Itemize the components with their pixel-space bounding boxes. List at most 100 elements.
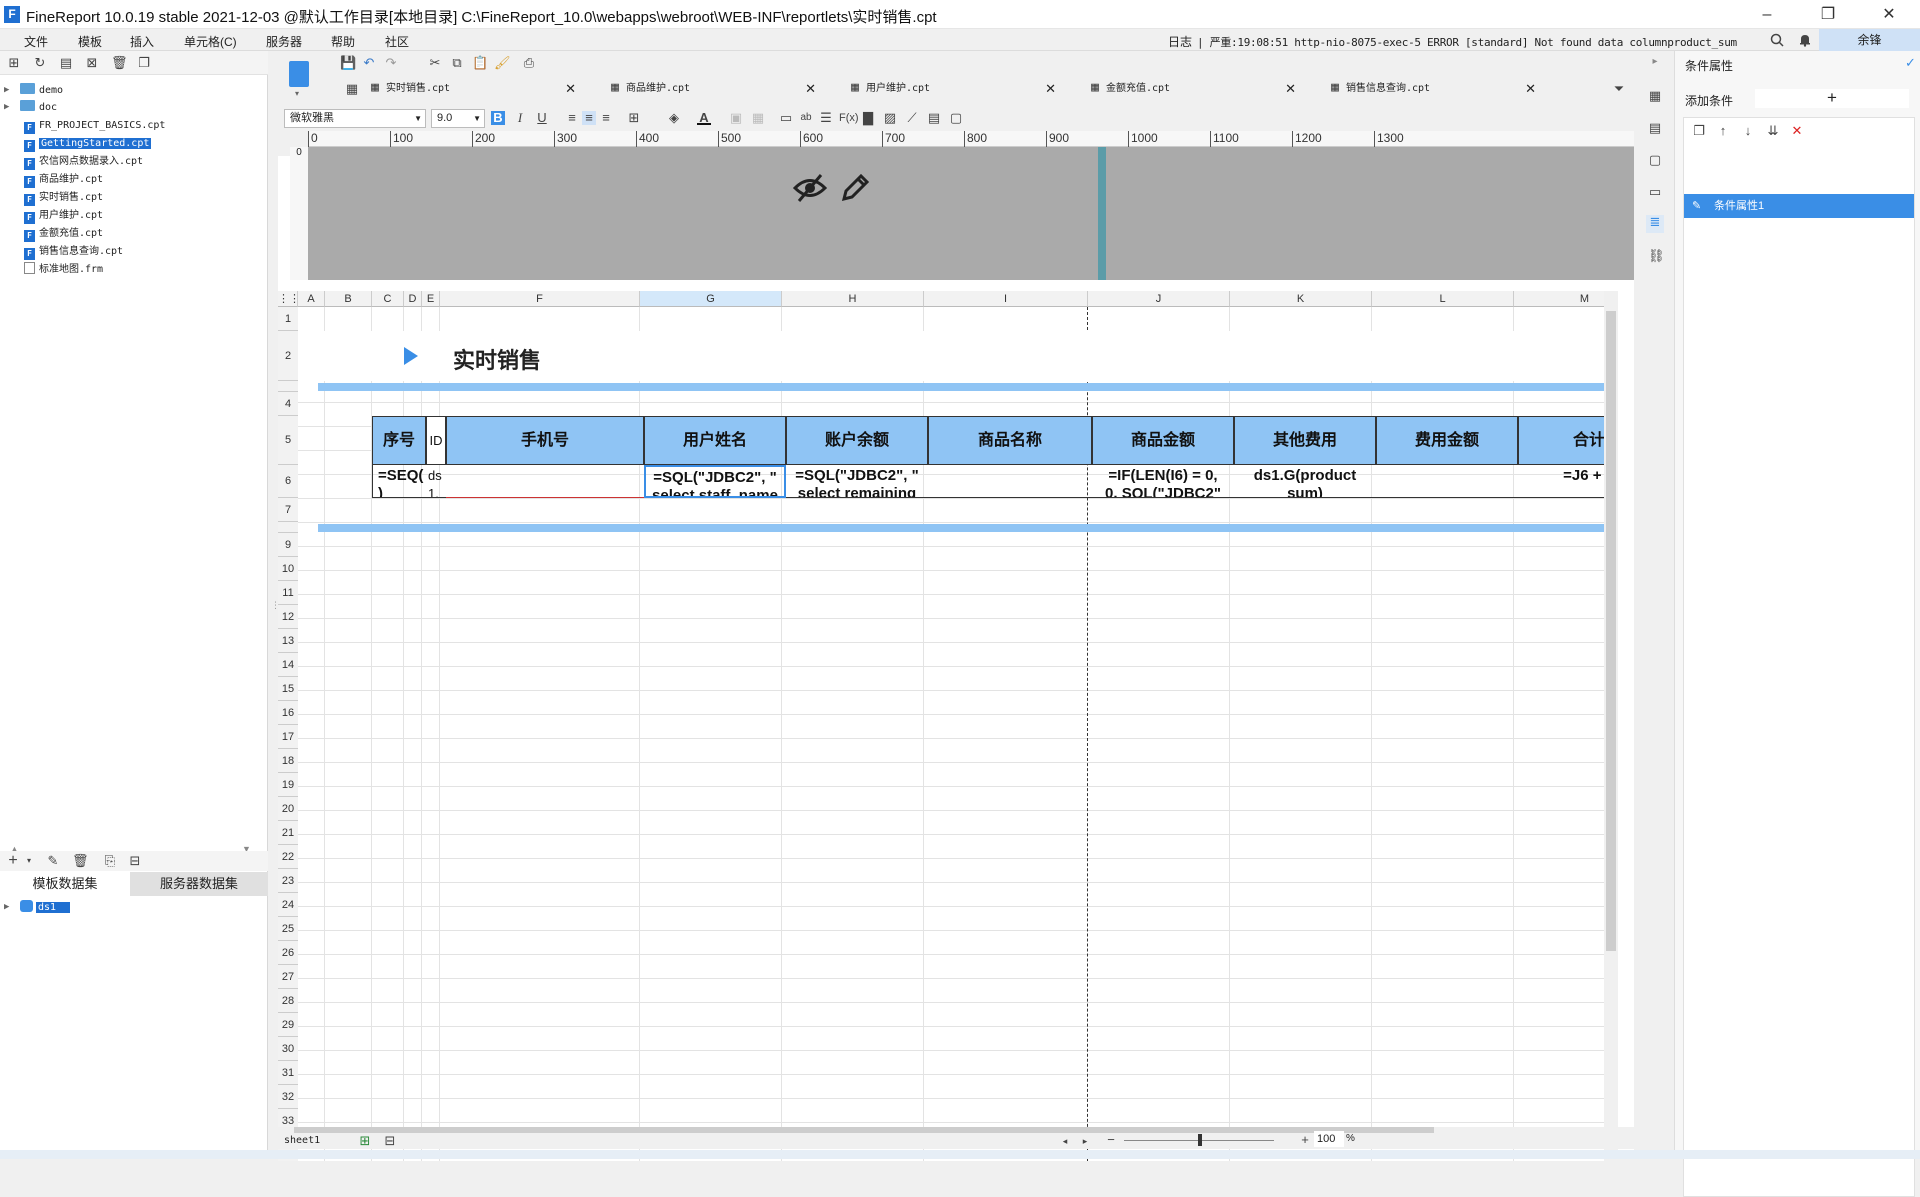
tree-item[interactable]: F 实时销售.cpt bbox=[24, 189, 103, 206]
tree-item[interactable]: F 用户维护.cpt bbox=[24, 207, 103, 224]
image-icon[interactable]: ▨ bbox=[883, 111, 897, 125]
close-tab-icon[interactable]: ✕ bbox=[1045, 78, 1056, 100]
collapse-panel-icon[interactable]: ▸ bbox=[1648, 55, 1662, 69]
undo-icon[interactable]: ↶ bbox=[362, 56, 376, 70]
formula-cell[interactable] bbox=[928, 465, 1092, 498]
menu-community[interactable]: 社区 bbox=[385, 33, 409, 50]
row-header[interactable]: 25 bbox=[278, 917, 298, 941]
formula-cell[interactable]: =IF(LEN(I6) = 0, 0, SQL("JDBC2" bbox=[1092, 465, 1234, 498]
search-icon[interactable] bbox=[1770, 33, 1784, 47]
row-header[interactable]: 6 bbox=[278, 465, 298, 498]
text-icon[interactable]: ab bbox=[799, 111, 813, 125]
tree-item[interactable]: F FR_PROJECT_BASICS.cpt bbox=[24, 117, 165, 134]
dataset-item[interactable]: ▶ ds1 bbox=[4, 899, 71, 916]
menu-cell[interactable]: 单元格(C) bbox=[184, 33, 237, 50]
row-header[interactable]: 4 bbox=[278, 392, 298, 416]
italic-icon[interactable]: I bbox=[513, 111, 527, 125]
row-header[interactable]: 26 bbox=[278, 941, 298, 965]
add-icon[interactable]: + bbox=[6, 853, 20, 869]
col-header[interactable]: C bbox=[372, 291, 404, 307]
save-icon[interactable]: 💾 bbox=[340, 56, 356, 70]
row-header[interactable]: 7 bbox=[278, 498, 298, 522]
refresh-icon[interactable]: ↻ bbox=[33, 56, 47, 70]
close-tab-icon[interactable]: ✕ bbox=[1285, 78, 1296, 100]
header-cell[interactable]: 账户余额 bbox=[786, 416, 928, 465]
underline-icon[interactable]: U bbox=[535, 111, 549, 125]
close-tab-icon[interactable]: ✕ bbox=[565, 78, 576, 100]
add-sheet-poly-icon[interactable]: ⊟ bbox=[383, 1134, 397, 1148]
pencil-icon[interactable] bbox=[840, 173, 870, 203]
tree-item[interactable]: ▶ demo bbox=[4, 82, 63, 99]
scroll-right-icon[interactable]: ▸ bbox=[1078, 1134, 1092, 1148]
expand-arrow-icon[interactable]: ▶ bbox=[4, 99, 9, 116]
horizontal-scroll-thumb[interactable] bbox=[294, 1127, 1434, 1133]
condition-attribute-icon[interactable]: ≣ bbox=[1646, 215, 1664, 233]
header-cell[interactable]: 费用金额 bbox=[1376, 416, 1518, 465]
minimize-button[interactable]: – bbox=[1747, 4, 1787, 26]
menu-help[interactable]: 帮助 bbox=[331, 33, 355, 50]
slash-icon[interactable]: ⟋ bbox=[905, 111, 919, 125]
tree-item[interactable]: F 销售信息查询.cpt bbox=[24, 243, 123, 260]
condition-item[interactable]: ✎ 条件属性1 bbox=[1684, 194, 1914, 218]
maximize-button[interactable]: ❐ bbox=[1808, 4, 1848, 26]
header-cell[interactable]: 用户姓名 bbox=[644, 416, 786, 465]
menu-file[interactable]: 文件 bbox=[24, 33, 48, 50]
align-right-icon[interactable]: ≡ bbox=[599, 111, 613, 125]
col-header[interactable]: H bbox=[782, 291, 924, 307]
delete-icon[interactable]: ✕ bbox=[1790, 124, 1804, 138]
row-header[interactable]: 2 bbox=[278, 331, 298, 381]
new-folder-icon[interactable]: ⊞ bbox=[7, 56, 21, 70]
scroll-left-icon[interactable]: ◂ bbox=[1058, 1134, 1072, 1148]
tree-item[interactable]: 标准地图.frm bbox=[24, 261, 103, 278]
row-header[interactable]: 31 bbox=[278, 1061, 298, 1085]
insert-row-icon[interactable]: ▭ bbox=[779, 111, 793, 125]
confirm-check-icon[interactable]: ✓ bbox=[1905, 55, 1916, 71]
unmerge-icon[interactable]: ▦ bbox=[751, 111, 765, 125]
col-header[interactable]: M bbox=[1514, 291, 1618, 307]
col-header[interactable]: A bbox=[298, 291, 325, 307]
move-down-icon[interactable]: ↓ bbox=[1741, 124, 1755, 138]
corner-handle[interactable]: ⋮⋮ bbox=[278, 291, 300, 307]
col-header[interactable]: E bbox=[422, 291, 440, 307]
zoom-slider-handle[interactable] bbox=[1198, 1134, 1202, 1146]
row-header[interactable]: 18 bbox=[278, 749, 298, 773]
dropdown-arrow-icon[interactable]: ▾ bbox=[22, 854, 36, 868]
format-painter-icon[interactable]: 🖌 bbox=[494, 56, 511, 70]
font-select[interactable]: 微软雅黑 ▼ bbox=[284, 109, 426, 128]
user-button[interactable]: 余锋 bbox=[1819, 29, 1920, 51]
row-header[interactable]: 16 bbox=[278, 701, 298, 725]
align-center-icon[interactable]: ≡ bbox=[582, 111, 596, 125]
bold-icon[interactable]: B bbox=[491, 111, 505, 125]
cell-element-icon[interactable]: ▦ bbox=[1648, 89, 1662, 103]
tree-item[interactable]: F 金额充值.cpt bbox=[24, 225, 103, 242]
paste-icon[interactable]: 📋 bbox=[472, 56, 488, 70]
menu-insert[interactable]: 插入 bbox=[130, 33, 154, 50]
row-header[interactable]: 28 bbox=[278, 989, 298, 1013]
richtext-icon[interactable]: ☰ bbox=[819, 111, 833, 125]
close-button[interactable]: ✕ bbox=[1869, 4, 1909, 26]
copy-icon[interactable]: ❐ bbox=[137, 56, 151, 70]
row-header[interactable]: 21 bbox=[278, 821, 298, 845]
col-header[interactable]: K bbox=[1230, 291, 1372, 307]
fill-color-icon[interactable]: ◈ bbox=[667, 111, 681, 125]
row-header[interactable]: 15 bbox=[278, 677, 298, 701]
edit-icon[interactable]: ✎ bbox=[46, 854, 60, 868]
row-header[interactable]: 13 bbox=[278, 629, 298, 653]
col-header[interactable]: B bbox=[325, 291, 372, 307]
chart-icon[interactable]: ▇ bbox=[861, 111, 875, 125]
row-header[interactable]: 22 bbox=[278, 845, 298, 869]
cut-icon[interactable]: ✂ bbox=[428, 56, 442, 70]
row-header[interactable]: 10 bbox=[278, 557, 298, 581]
col-header[interactable]: D bbox=[404, 291, 422, 307]
header-cell[interactable]: 商品金额 bbox=[1092, 416, 1234, 465]
row-header[interactable]: 23 bbox=[278, 869, 298, 893]
row-header[interactable]: 19 bbox=[278, 773, 298, 797]
filter-icon[interactable]: ⊟ bbox=[128, 854, 142, 868]
tab-list-icon[interactable]: ⏷ bbox=[1612, 82, 1626, 96]
close-tab-icon[interactable]: ✕ bbox=[805, 78, 816, 100]
formula-cell[interactable] bbox=[1376, 465, 1518, 498]
formula-cell[interactable]: =SQL("JDBC2", " select staff_name bbox=[644, 465, 786, 498]
zoom-input[interactable]: 100 bbox=[1314, 1131, 1344, 1147]
template-dropdown-icon[interactable]: ▾ bbox=[295, 89, 299, 98]
report-title[interactable]: 实时销售 bbox=[453, 343, 541, 375]
